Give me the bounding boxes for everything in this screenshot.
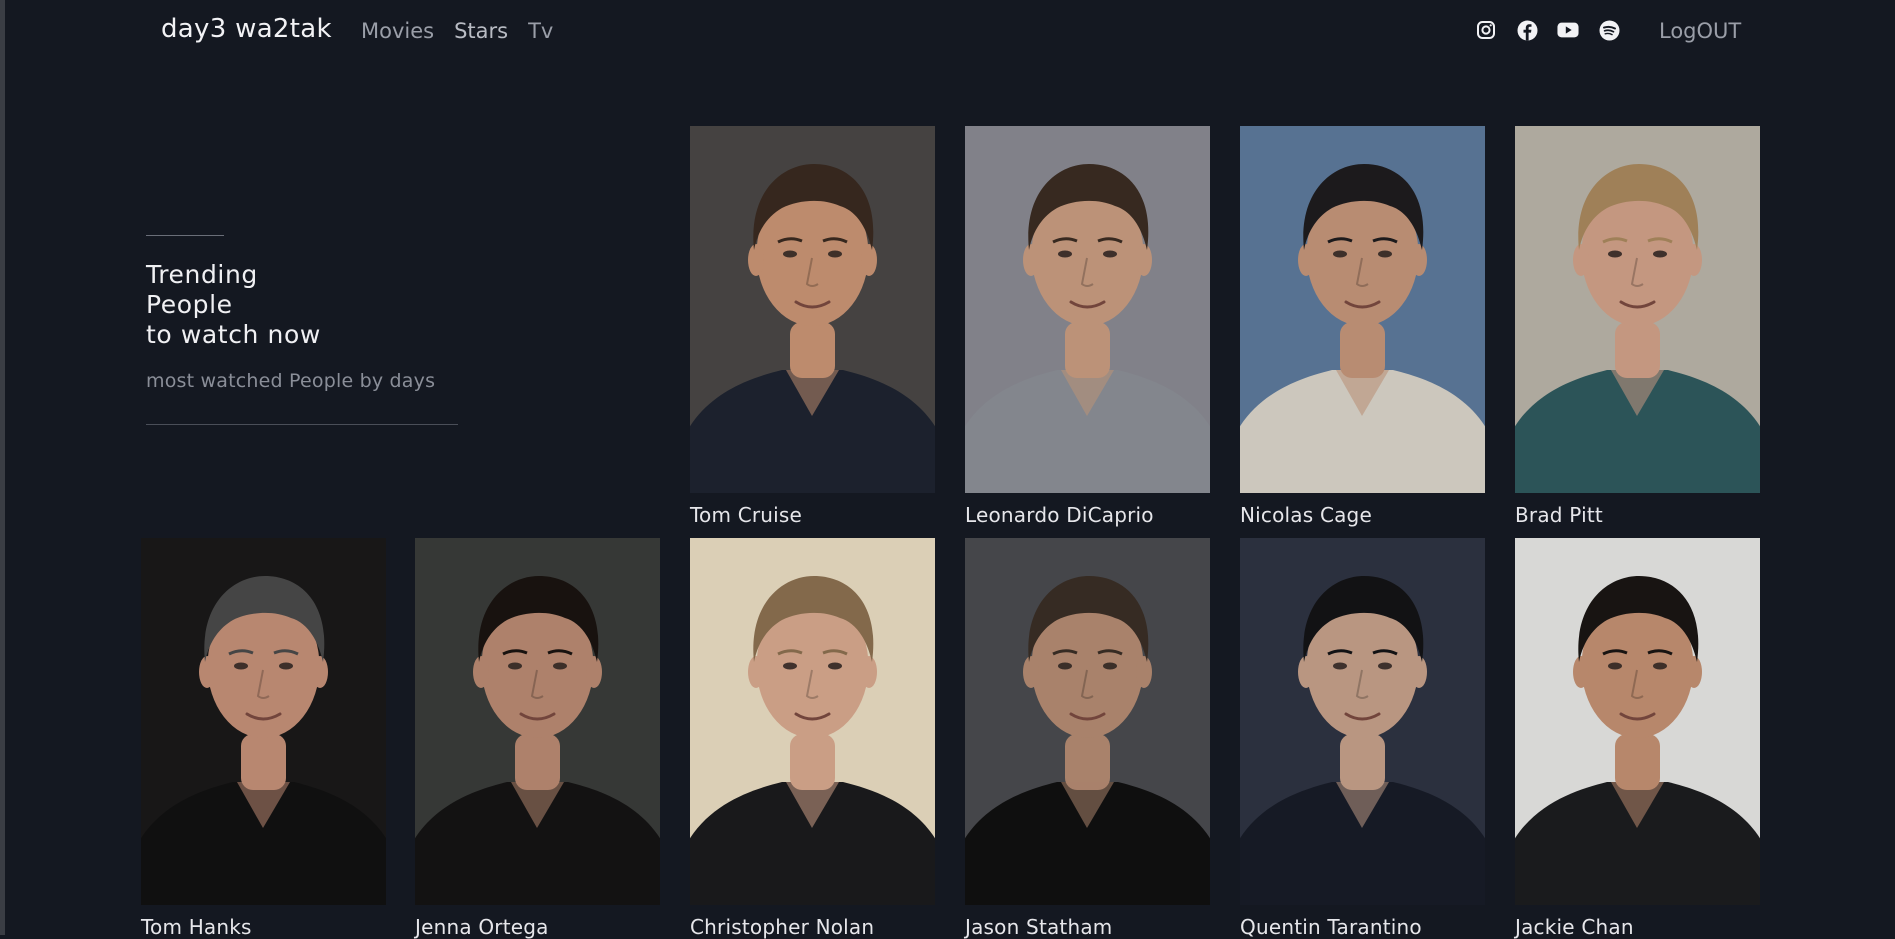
person-card[interactable]: Jason Statham: [965, 538, 1210, 939]
logout-button[interactable]: LogOUT: [1659, 19, 1741, 43]
person-name[interactable]: Quentin Tarantino: [1240, 915, 1485, 939]
person-photo: [141, 538, 386, 905]
person-photo: [1240, 538, 1485, 905]
social-links: [1475, 19, 1620, 41]
person-name[interactable]: Tom Hanks: [141, 915, 386, 939]
person-photo: [690, 538, 935, 905]
person-name[interactable]: Brad Pitt: [1515, 503, 1760, 527]
nav-link-tv[interactable]: Tv: [528, 19, 553, 43]
person-name[interactable]: Jason Statham: [965, 915, 1210, 939]
person-card[interactable]: Leonardo DiCaprio: [965, 126, 1210, 527]
portrait-image: [1240, 538, 1485, 905]
person-card[interactable]: Quentin Tarantino: [1240, 538, 1485, 939]
portrait-image: [690, 538, 935, 905]
portrait-image: [141, 538, 386, 905]
section-title-line: to watch now: [146, 320, 321, 349]
person-card[interactable]: Brad Pitt: [1515, 126, 1760, 527]
person-card[interactable]: Nicolas Cage: [1240, 126, 1485, 527]
person-photo: [690, 126, 935, 493]
person-card[interactable]: Jackie Chan: [1515, 538, 1760, 939]
section-title-line: People: [146, 290, 233, 319]
section-subtitle: most watched People by days: [146, 370, 436, 392]
person-name[interactable]: Leonardo DiCaprio: [965, 503, 1210, 527]
person-name[interactable]: Jackie Chan: [1515, 915, 1760, 939]
nav-links: Movies Stars Tv: [361, 19, 553, 43]
nav-link-stars[interactable]: Stars: [454, 19, 508, 43]
portrait-image: [965, 538, 1210, 905]
person-photo: [415, 538, 660, 905]
person-photo: [1240, 126, 1485, 493]
portrait-image: [1515, 126, 1760, 493]
person-card[interactable]: Christopher Nolan: [690, 538, 935, 939]
spotify-icon[interactable]: [1598, 19, 1620, 41]
person-name[interactable]: Nicolas Cage: [1240, 503, 1485, 527]
trending-header: Trending People to watch now most watche…: [146, 235, 458, 425]
divider: [146, 235, 224, 236]
portrait-image: [1515, 538, 1760, 905]
person-name[interactable]: Christopher Nolan: [690, 915, 935, 939]
person-name[interactable]: Jenna Ortega: [415, 915, 660, 939]
person-photo: [1515, 538, 1760, 905]
divider: [146, 424, 458, 425]
portrait-image: [690, 126, 935, 493]
person-card[interactable]: Tom Cruise: [690, 126, 935, 527]
person-name[interactable]: Tom Cruise: [690, 503, 935, 527]
section-title: Trending People to watch now: [146, 260, 458, 350]
portrait-image: [965, 126, 1210, 493]
person-photo: [965, 126, 1210, 493]
person-card[interactable]: Tom Hanks: [141, 538, 386, 939]
section-title-line: Trending: [146, 260, 258, 289]
person-card[interactable]: Jenna Ortega: [415, 538, 660, 939]
portrait-image: [1240, 126, 1485, 493]
instagram-icon[interactable]: [1475, 19, 1497, 41]
navbar: day3 wa2tak Movies Stars Tv LogOUT: [5, 0, 1895, 64]
person-photo: [1515, 126, 1760, 493]
youtube-icon[interactable]: [1557, 19, 1579, 41]
facebook-icon[interactable]: [1516, 19, 1538, 41]
brand-logo[interactable]: day3 wa2tak: [161, 14, 332, 44]
person-photo: [965, 538, 1210, 905]
app-frame: day3 wa2tak Movies Stars Tv LogOUT Trend…: [0, 0, 1895, 939]
portrait-image: [415, 538, 660, 905]
nav-link-movies[interactable]: Movies: [361, 19, 434, 43]
